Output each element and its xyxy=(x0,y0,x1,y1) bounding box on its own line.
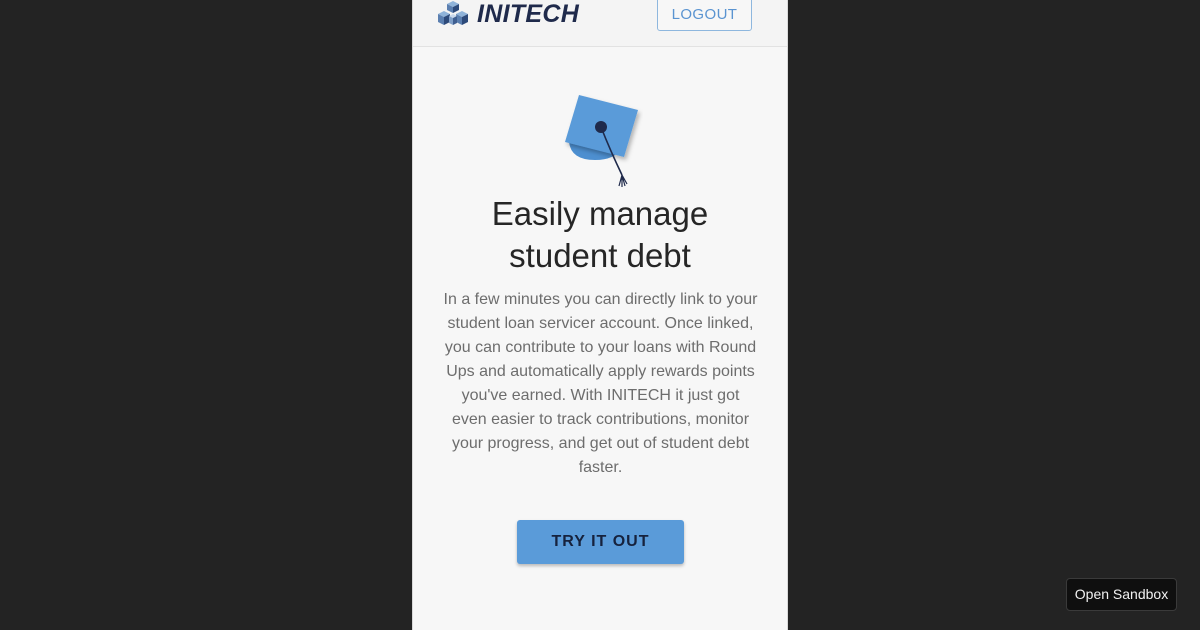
graduation-cap-icon xyxy=(565,95,638,187)
hero-description: In a few minutes you can directly link t… xyxy=(443,291,758,476)
logout-button[interactable]: LOGOUT xyxy=(657,0,752,31)
hero-title-line-1: Easily manage xyxy=(491,195,709,232)
app-header: INITECH LOGOUT xyxy=(413,0,787,47)
open-sandbox-button[interactable]: Open Sandbox xyxy=(1066,578,1177,611)
brand[interactable]: INITECH xyxy=(436,0,579,28)
hero-title-line-2: student debt xyxy=(509,237,691,274)
mobile-app-frame: INITECH LOGOUT Easily manage student deb… xyxy=(412,0,788,630)
brand-name: INITECH xyxy=(477,0,580,28)
try-it-out-button[interactable]: TRY IT OUT xyxy=(517,520,684,564)
hero-title: Easily manage student debt xyxy=(413,193,787,277)
cubes-logo-icon xyxy=(438,1,468,25)
